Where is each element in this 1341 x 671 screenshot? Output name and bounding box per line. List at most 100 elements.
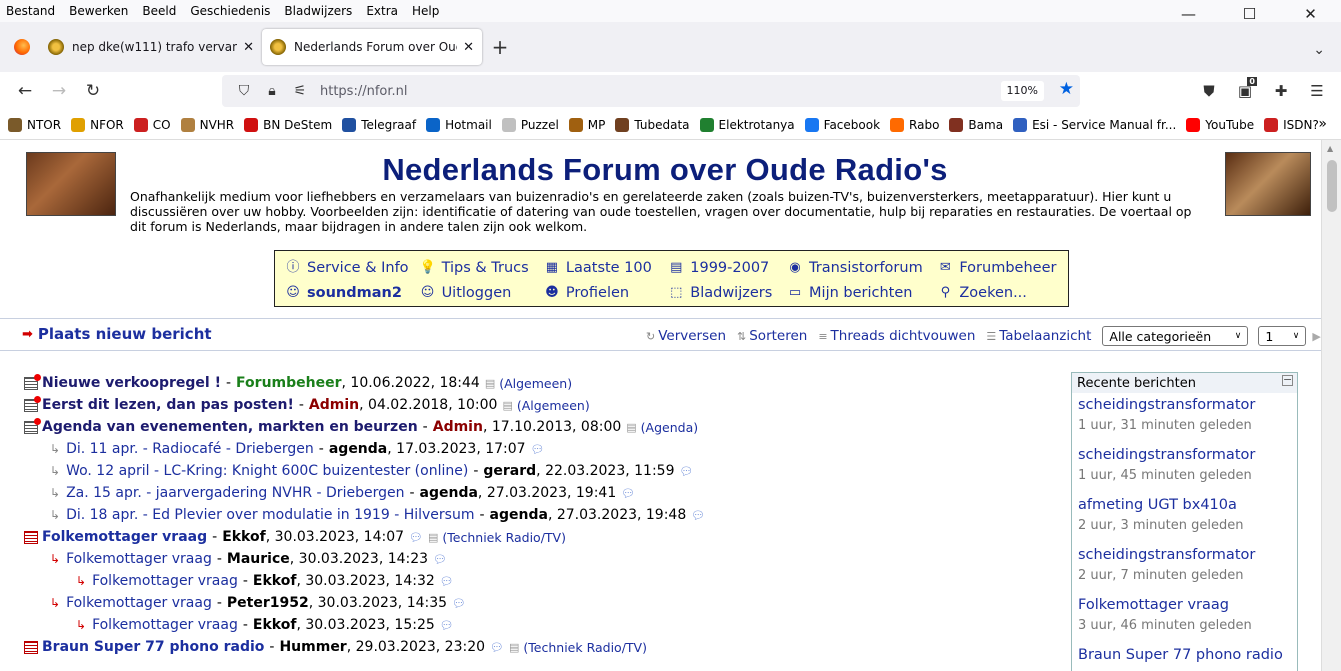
zoom-level[interactable]: 110% <box>1000 81 1044 101</box>
recent-post-link[interactable]: afmeting UGT bx410a <box>1078 497 1291 513</box>
thread-author[interactable]: Ekkof <box>222 529 266 545</box>
close-tab-icon[interactable]: ✕ <box>463 40 474 55</box>
thread-category[interactable]: (Algemeen) <box>517 398 590 413</box>
bookmark-item[interactable]: Elektrotanya <box>699 117 795 132</box>
bookmark-star-icon[interactable]: ★ <box>1059 79 1074 99</box>
bookmark-item[interactable]: ISDN? <box>1264 117 1319 132</box>
page-select[interactable]: 1 ∨ <box>1258 326 1307 346</box>
extensions-icon[interactable]: ✚ <box>1263 76 1299 106</box>
back-button[interactable]: ← <box>8 76 42 106</box>
reply-title[interactable]: Folkemottager vraag <box>92 573 238 589</box>
list-all-tabs-icon[interactable]: ⌄ <box>1313 42 1325 58</box>
nav-item-forumbeheer[interactable]: ✉ Forumbeheer <box>937 260 1058 276</box>
reply-title[interactable]: Di. 11 apr. - Radiocafé - Driebergen <box>66 441 314 457</box>
reply-author[interactable]: Peter1952 <box>227 595 309 611</box>
thread-category[interactable]: (Techniek Radio/TV) <box>523 640 647 655</box>
menu-help[interactable]: Help <box>405 4 446 18</box>
menu-beeld[interactable]: Beeld <box>135 4 183 18</box>
lock-icon[interactable]: 🔒︎ <box>258 83 286 99</box>
collapse-icon[interactable]: − <box>1282 374 1293 386</box>
scrollbar-thumb[interactable] <box>1327 160 1337 212</box>
bookmark-item[interactable]: MP <box>568 117 605 132</box>
refresh-link[interactable]: ↻ Verversen <box>646 328 726 344</box>
nav-item-transistorforum[interactable]: ◉ Transistorforum <box>787 260 937 276</box>
bookmark-item[interactable]: NTOR <box>8 117 61 132</box>
bookmark-item[interactable]: Telegraaf <box>342 117 416 132</box>
new-tab-button[interactable]: + <box>482 29 518 65</box>
url-text[interactable]: https://nfor.nl <box>320 84 408 99</box>
reply-author[interactable]: agenda <box>420 485 478 501</box>
menu-geschiedenis[interactable]: Geschiedenis <box>183 4 277 18</box>
table-view-link[interactable]: ☰ Tabelaanzicht <box>986 328 1091 344</box>
thread-author[interactable]: Admin <box>433 419 483 435</box>
bookmark-item[interactable]: Hotmail <box>426 117 492 132</box>
bookmark-item[interactable]: Bama <box>949 117 1003 132</box>
thread-category[interactable]: (Algemeen) <box>499 376 572 391</box>
bookmark-item[interactable]: Rabo <box>890 117 939 132</box>
recent-post-link[interactable]: scheidingstransformator <box>1078 397 1291 413</box>
thread-title[interactable]: Nieuwe verkoopregel ! <box>42 375 221 391</box>
recent-post-link[interactable]: Folkemottager vraag <box>1078 597 1291 613</box>
reply-author[interactable]: gerard <box>483 463 536 479</box>
nav-item-profielen[interactable]: ☻ Profielen <box>544 285 668 301</box>
nav-item-1999-2007[interactable]: ▤ 1999-2007 <box>668 260 787 276</box>
nav-item-zoeken-[interactable]: ⚲ Zoeken... <box>937 285 1058 301</box>
bookmarks-overflow-icon[interactable]: » <box>1318 116 1327 132</box>
category-select[interactable]: Alle categorieën ∨ <box>1102 326 1249 346</box>
firefox-view-button[interactable] <box>4 29 40 65</box>
nav-item-service-info[interactable]: ⓘ Service & Info <box>285 260 420 276</box>
nav-item-laatste-100[interactable]: ▦ Laatste 100 <box>544 260 668 276</box>
reply-author[interactable]: Ekkof <box>253 617 297 633</box>
thread-author[interactable]: Forumbeheer <box>236 375 341 391</box>
reply-author[interactable]: agenda <box>329 441 387 457</box>
reply-title[interactable]: Za. 15 apr. - jaarvergadering NVHR - Dri… <box>66 485 404 501</box>
menu-bestand[interactable]: Bestand <box>0 4 62 18</box>
thread-title[interactable]: Agenda van evenementen, markten en beurz… <box>42 419 418 435</box>
forward-button[interactable]: → <box>42 76 76 106</box>
pocket-icon[interactable]: ⛊ <box>1191 76 1227 106</box>
thread-title[interactable]: Folkemottager vraag <box>42 529 207 545</box>
bookmark-item[interactable]: NFOR <box>71 117 124 132</box>
thread-author[interactable]: Admin <box>309 397 359 413</box>
reply-title[interactable]: Folkemottager vraag <box>66 595 212 611</box>
menu-bladwijzers[interactable]: Bladwijzers <box>277 4 359 18</box>
sort-link[interactable]: ⇅ Sorteren <box>737 328 807 344</box>
permissions-icon[interactable]: ⚟ <box>286 83 314 99</box>
thread-category[interactable]: (Agenda) <box>641 420 698 435</box>
extension-badge-icon[interactable]: ▣ 0 <box>1227 76 1263 106</box>
bookmark-item[interactable]: Esi - Service Manual fr... <box>1013 117 1176 132</box>
url-bar[interactable]: ⛉ 🔒︎ ⚟ https://nfor.nl 110% ★ <box>222 75 1080 107</box>
recent-post-link[interactable]: scheidingstransformator <box>1078 547 1291 563</box>
thread-title[interactable]: Braun Super 77 phono radio <box>42 639 264 655</box>
bookmark-item[interactable]: Puzzel <box>501 117 559 132</box>
next-page-icon[interactable]: ▶ <box>1312 330 1320 343</box>
nav-item-uitloggen[interactable]: ☺ Uitloggen <box>420 285 544 301</box>
reply-title[interactable]: Di. 18 apr. - Ed Plevier over modulatie … <box>66 507 474 523</box>
thread-category[interactable]: (Techniek Radio/TV) <box>442 530 566 545</box>
reply-title[interactable]: Folkemottager vraag <box>66 551 212 567</box>
bookmark-item[interactable]: YouTube <box>1186 117 1254 132</box>
recent-post-link[interactable]: scheidingstransformator <box>1078 447 1291 463</box>
nav-item-soundman2[interactable]: ☺ soundman2 <box>285 285 420 301</box>
thread-title[interactable]: Eerst dit lezen, dan pas posten! <box>42 397 294 413</box>
recent-post-link[interactable]: Braun Super 77 phono radio <box>1078 647 1291 663</box>
bookmark-item[interactable]: Facebook <box>804 117 880 132</box>
nav-item-mijn-berichten[interactable]: ▭ Mijn berichten <box>787 285 937 301</box>
page-scrollbar[interactable]: ▲ <box>1321 140 1341 671</box>
close-tab-icon[interactable]: ✕ <box>243 40 254 55</box>
bookmark-item[interactable]: Tubedata <box>615 117 690 132</box>
bookmark-item[interactable]: NVHR <box>180 117 234 132</box>
menu-extra[interactable]: Extra <box>359 4 405 18</box>
reload-button[interactable]: ↻ <box>76 76 110 106</box>
reply-title[interactable]: Folkemottager vraag <box>92 617 238 633</box>
scroll-up-icon[interactable]: ▲ <box>1327 144 1333 153</box>
thread-author[interactable]: Hummer <box>279 639 346 655</box>
bookmark-item[interactable]: BN DeStem <box>244 117 332 132</box>
nav-item-tips-trucs[interactable]: 💡 Tips & Trucs <box>420 260 544 276</box>
shield-icon[interactable]: ⛉ <box>230 83 258 99</box>
fold-threads-link[interactable]: ≡ Threads dichtvouwen <box>818 328 975 344</box>
menu-hamburger-icon[interactable]: ☰ <box>1299 76 1335 106</box>
bookmark-item[interactable]: CO <box>133 117 171 132</box>
menu-bewerken[interactable]: Bewerken <box>62 4 135 18</box>
reply-title[interactable]: Wo. 12 april - LC-Kring: Knight 600C bui… <box>66 463 468 479</box>
